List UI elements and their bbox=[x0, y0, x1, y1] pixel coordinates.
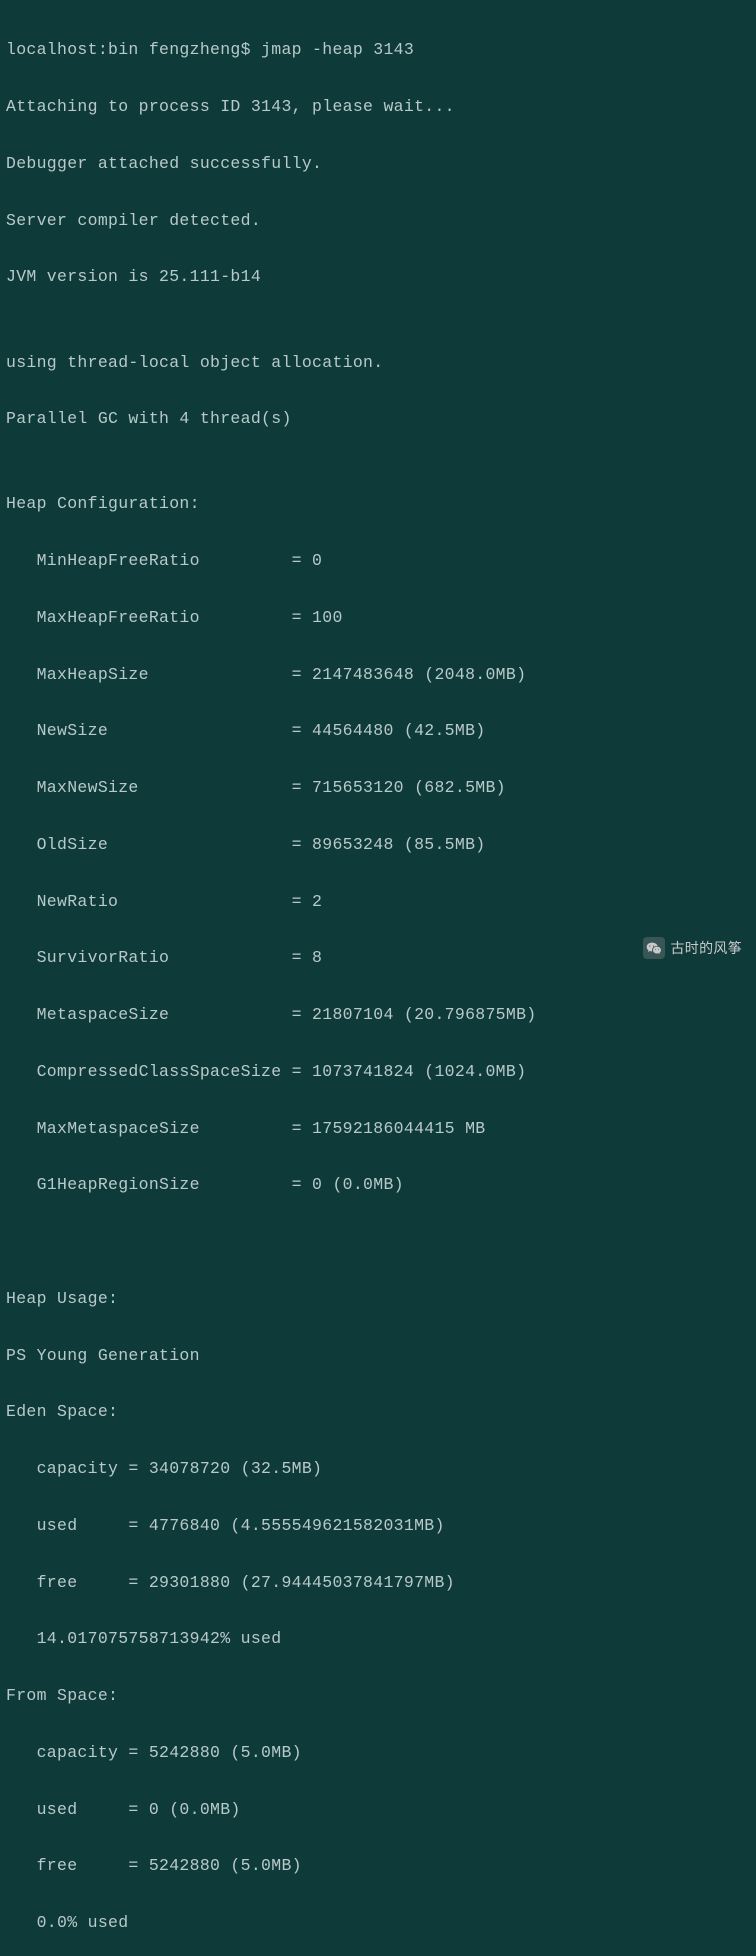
watermark-text: 古时的风筝 bbox=[671, 936, 743, 960]
eden-space-header: Eden Space: bbox=[6, 1398, 750, 1426]
heap-config-header: Heap Configuration: bbox=[6, 490, 750, 518]
heap-config-row: OldSize = 89653248 (85.5MB) bbox=[6, 831, 750, 859]
heap-config-row: MaxMetaspaceSize = 17592186044415 MB bbox=[6, 1115, 750, 1143]
heap-config-row: MetaspaceSize = 21807104 (20.796875MB) bbox=[6, 1001, 750, 1029]
eden-capacity: capacity = 34078720 (32.5MB) bbox=[6, 1455, 750, 1483]
eden-free: free = 29301880 (27.94445037841797MB) bbox=[6, 1569, 750, 1597]
terminal-output: localhost:bin fengzheng$ jmap -heap 3143… bbox=[6, 8, 750, 1956]
heap-config-row: G1HeapRegionSize = 0 (0.0MB) bbox=[6, 1171, 750, 1199]
heap-config-row: CompressedClassSpaceSize = 1073741824 (1… bbox=[6, 1058, 750, 1086]
from-capacity: capacity = 5242880 (5.0MB) bbox=[6, 1739, 750, 1767]
from-space-header: From Space: bbox=[6, 1682, 750, 1710]
heap-config-row: MaxNewSize = 715653120 (682.5MB) bbox=[6, 774, 750, 802]
output-line: using thread-local object allocation. bbox=[6, 349, 750, 377]
heap-config-row: MaxHeapFreeRatio = 100 bbox=[6, 604, 750, 632]
heap-config-row: NewSize = 44564480 (42.5MB) bbox=[6, 717, 750, 745]
output-line: JVM version is 25.111-b14 bbox=[6, 263, 750, 291]
output-line: Server compiler detected. bbox=[6, 207, 750, 235]
from-used: used = 0 (0.0MB) bbox=[6, 1796, 750, 1824]
watermark: 古时的风筝 bbox=[643, 936, 743, 960]
wechat-icon bbox=[643, 937, 665, 959]
output-line: Debugger attached successfully. bbox=[6, 150, 750, 178]
heap-config-row: MinHeapFreeRatio = 0 bbox=[6, 547, 750, 575]
heap-config-row: SurvivorRatio = 8 bbox=[6, 944, 750, 972]
ps-young-gen: PS Young Generation bbox=[6, 1342, 750, 1370]
output-line: Parallel GC with 4 thread(s) bbox=[6, 405, 750, 433]
output-line: Attaching to process ID 3143, please wai… bbox=[6, 93, 750, 121]
blank-line bbox=[6, 1228, 750, 1256]
eden-used: used = 4776840 (4.555549621582031MB) bbox=[6, 1512, 750, 1540]
heap-config-row: NewRatio = 2 bbox=[6, 888, 750, 916]
heap-config-row: MaxHeapSize = 2147483648 (2048.0MB) bbox=[6, 661, 750, 689]
from-percent: 0.0% used bbox=[6, 1909, 750, 1937]
heap-usage-header: Heap Usage: bbox=[6, 1285, 750, 1313]
prompt-line: localhost:bin fengzheng$ jmap -heap 3143 bbox=[6, 36, 750, 64]
from-free: free = 5242880 (5.0MB) bbox=[6, 1852, 750, 1880]
eden-percent: 14.017075758713942% used bbox=[6, 1625, 750, 1653]
